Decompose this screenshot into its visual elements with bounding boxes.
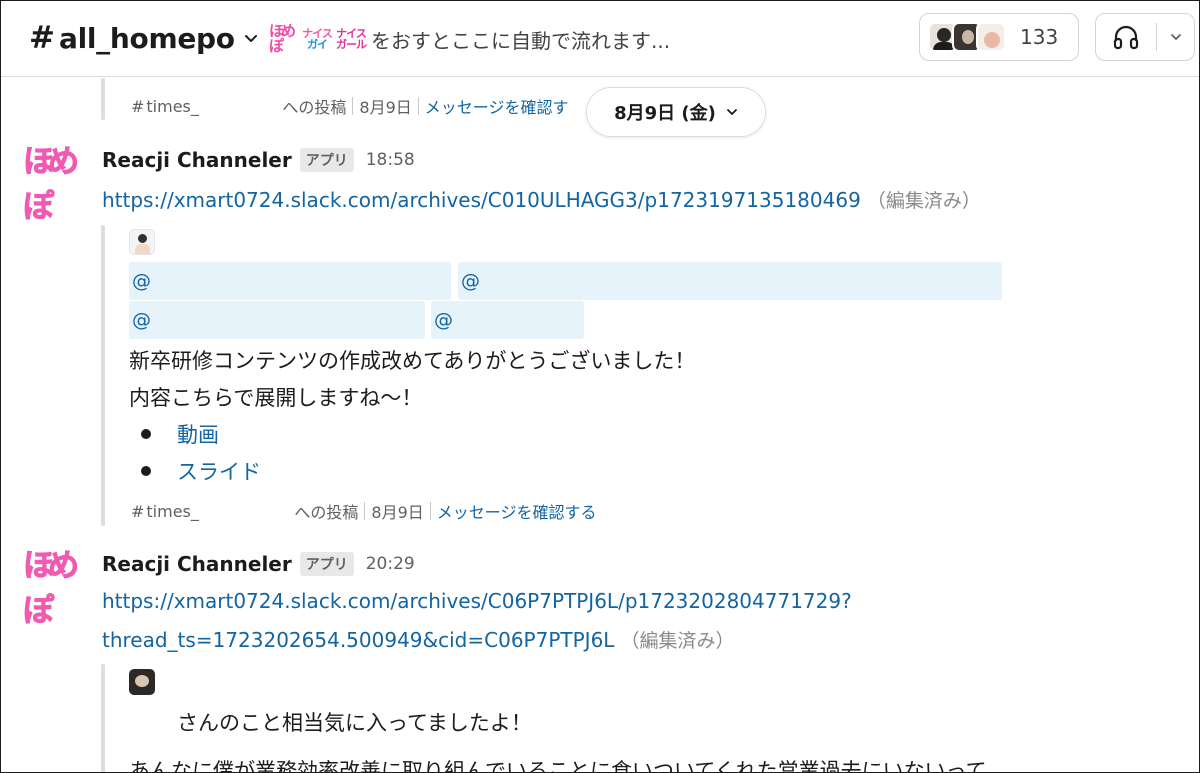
- app-badge: アプリ: [299, 552, 354, 576]
- sender-name[interactable]: Reacji Channeler: [102, 148, 292, 172]
- archive-link[interactable]: https://xmart0724.slack.com/archives/C01…: [102, 188, 861, 212]
- context-date: 8月9日: [359, 98, 412, 117]
- avatar[interactable]: ほめぽ: [23, 144, 89, 226]
- divider: [352, 97, 354, 115]
- user-mention[interactable]: @: [129, 262, 451, 300]
- quote-bar: [101, 78, 105, 120]
- sender-name[interactable]: Reacji Channeler: [102, 552, 292, 576]
- user-mention[interactable]: @: [431, 301, 584, 339]
- quoted-author-avatar[interactable]: [129, 229, 155, 255]
- context-post-label: への投稿: [294, 503, 359, 522]
- context-channel[interactable]: times_: [146, 502, 294, 521]
- message-link-line: thread_ts=1723202654.500949&cid=C06P7PTP…: [102, 626, 734, 653]
- archive-link[interactable]: thread_ts=1723202654.500949&cid=C06P7PTP…: [102, 628, 614, 652]
- user-mention[interactable]: @: [458, 262, 1002, 300]
- archive-link[interactable]: https://xmart0724.slack.com/archives/C06…: [102, 589, 852, 613]
- video-link[interactable]: 動画: [177, 419, 219, 449]
- message-link-line: https://xmart0724.slack.com/archives/C01…: [102, 186, 981, 213]
- message-header: Reacji Channeler アプリ 18:58: [102, 148, 415, 172]
- channel-hash-icon: #: [29, 20, 55, 56]
- view-message-link[interactable]: メッセージを確認する: [437, 499, 597, 523]
- chevron-down-icon: [244, 35, 257, 42]
- nice-girl-emoji: ナイス ガール: [336, 27, 367, 51]
- divider: [364, 502, 366, 520]
- message-pane[interactable]: # times_ への投稿 8月9日 メッセージを確認す 8月9日 (金) ほめ…: [1, 78, 1199, 772]
- list-item: 動画: [141, 419, 219, 449]
- huddle-options-button[interactable]: [1157, 30, 1194, 44]
- avatar[interactable]: ほめぽ: [23, 548, 89, 630]
- chevron-down-icon: [1170, 34, 1181, 41]
- app-badge: アプリ: [299, 148, 354, 172]
- view-message-link[interactable]: メッセージを確認す: [425, 94, 569, 118]
- date-divider-label: 8月9日 (金): [614, 103, 716, 124]
- message-link-line: https://xmart0724.slack.com/archives/C06…: [102, 589, 852, 613]
- timestamp[interactable]: 18:58: [366, 150, 415, 170]
- message-context: # times_ への投稿 8月9日 メッセージを確認する: [131, 499, 596, 523]
- bullet-dot: [141, 466, 151, 476]
- huddle-control: [1095, 13, 1195, 61]
- context-date: 8月9日: [371, 503, 424, 522]
- quote-bar: [101, 225, 105, 526]
- message-text: 内容こちらで展開しますね〜！: [129, 386, 423, 410]
- timestamp[interactable]: 20:29: [366, 554, 415, 574]
- date-divider-button[interactable]: 8月9日 (金): [586, 87, 766, 137]
- message-text: あんなに僕が業務効率改善に取り組んでいることに食いついてくれた営業過去にいないっ…: [129, 759, 987, 772]
- context-channel[interactable]: times_: [146, 97, 282, 116]
- huddle-button[interactable]: [1096, 14, 1156, 60]
- member-count: 133: [1020, 25, 1059, 49]
- message-text: 新卒研修コンテンツの作成改めてありがとうございました！: [129, 349, 696, 373]
- topic-text: をおすとここに自動で流れます...: [371, 28, 671, 53]
- list-item: スライド: [141, 456, 261, 486]
- channel-header: # all_homepo ほめぽ ナイス ガイ ナイス ガール をおすとここに自動で…: [1, 1, 1199, 77]
- headphones-icon: [1113, 25, 1139, 50]
- message-context: # times_ への投稿 8月9日 メッセージを確認す: [131, 94, 568, 118]
- channel-topic[interactable]: ほめぽ ナイス ガイ ナイス ガール をおすとここに自動で流れます...: [269, 21, 670, 57]
- edited-label: （編集済み）: [620, 630, 735, 652]
- user-mention[interactable]: @: [129, 301, 425, 339]
- channel-hash-icon: #: [131, 501, 145, 521]
- divider: [417, 97, 419, 115]
- channel-name-button[interactable]: # all_homepo: [29, 17, 259, 59]
- nice-guy-emoji: ナイス ガイ: [302, 27, 333, 51]
- homepo-emoji: ほめぽ: [269, 22, 296, 55]
- member-avatar: [976, 22, 1006, 52]
- channel-hash-icon: #: [131, 96, 145, 116]
- bullet-dot: [141, 429, 151, 439]
- slide-link[interactable]: スライド: [177, 456, 261, 486]
- message-text: さんのこと相当気に入ってましたよ！: [177, 711, 532, 735]
- context-post-label: への投稿: [282, 98, 347, 117]
- message-header: Reacji Channeler アプリ 20:29: [102, 552, 415, 576]
- edited-label: （編集済み）: [866, 190, 981, 212]
- chevron-down-icon: [726, 109, 737, 116]
- quoted-author-avatar[interactable]: [129, 669, 155, 695]
- divider: [429, 502, 431, 520]
- members-button[interactable]: 133: [919, 13, 1079, 61]
- quote-bar: [101, 664, 105, 772]
- channel-title: all_homepo: [58, 21, 235, 55]
